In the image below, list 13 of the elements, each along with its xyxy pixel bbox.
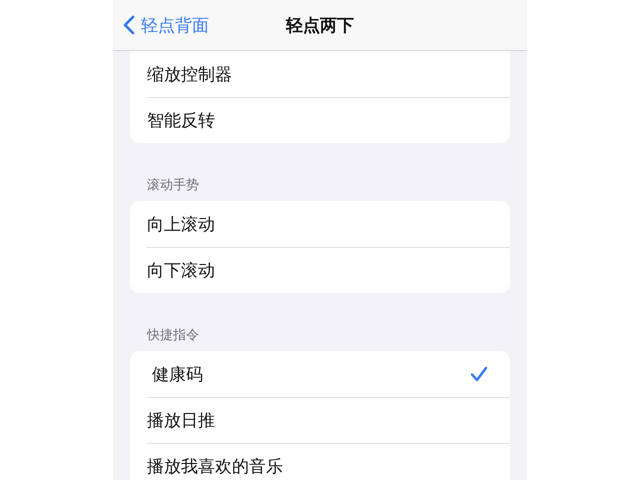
option-label: 向上滚动 (147, 214, 215, 236)
option-label: 向下滚动 (147, 260, 215, 282)
option-label: 智能反转 (147, 110, 215, 132)
chevron-left-icon (123, 15, 135, 35)
section-header: 快捷指令 (146, 327, 200, 345)
option-label: 播放日推 (147, 410, 215, 432)
back-button[interactable]: 轻点背面 (123, 14, 209, 36)
option-label: 缩放控制器 (147, 64, 232, 86)
option-label: 健康码 (152, 364, 203, 386)
section-header: 滚动手势 (146, 177, 200, 195)
nav-title: 轻点两下 (286, 14, 354, 36)
checkmark-icon (470, 366, 488, 382)
option-label: 播放我喜欢的音乐 (147, 456, 283, 478)
